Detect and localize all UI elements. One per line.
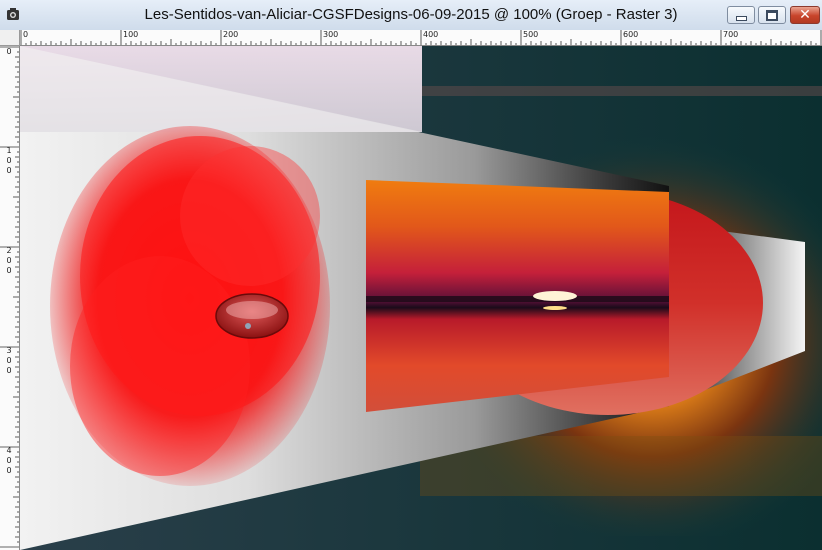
vruler-label-300-a: 3 [6, 346, 12, 355]
vruler-label-0: 0 [6, 47, 12, 56]
vruler-label-100-c: 0 [6, 166, 12, 175]
ruler-label-700: 700 [723, 30, 739, 39]
window-title: Les-Sentidos-van-Aliciar-CGSFDesigns-06-… [144, 6, 678, 23]
vruler-label-100-a: 1 [6, 146, 12, 155]
horizontal-ruler-ticks [20, 30, 822, 45]
vruler-label-200-b: 0 [6, 256, 12, 265]
vruler-label-200-a: 2 [6, 246, 12, 255]
minimize-button[interactable] [727, 6, 755, 24]
vruler-label-300-c: 0 [6, 366, 12, 375]
vruler-label-400-a: 4 [6, 446, 12, 455]
ruler-corner [0, 30, 20, 46]
artwork [20, 46, 822, 550]
ruler-label-500: 500 [523, 30, 539, 39]
ruler-label-600: 600 [623, 30, 639, 39]
vruler-label-400-b: 0 [6, 456, 12, 465]
ruler-label-200: 200 [223, 30, 239, 39]
maximize-icon [759, 7, 785, 23]
ruler-label-0: 0 [23, 30, 29, 39]
image-canvas[interactable] [20, 46, 822, 550]
maximize-button[interactable] [758, 6, 786, 24]
vruler-label-200-c: 0 [6, 266, 12, 275]
ruler-label-400: 400 [423, 30, 439, 39]
vruler-label-300-b: 0 [6, 356, 12, 365]
minimize-icon [728, 7, 754, 23]
vruler-label-400-c: 0 [6, 466, 12, 475]
ruler-label-100: 100 [123, 30, 139, 39]
title-bar[interactable]: Les-Sentidos-van-Aliciar-CGSFDesigns-06-… [0, 0, 822, 31]
vertical-ruler[interactable]: 0 1 0 0 2 0 0 3 0 0 4 0 0 [0, 46, 20, 550]
vruler-label-100-b: 0 [6, 156, 12, 165]
close-button[interactable]: ✕ [790, 6, 820, 24]
horizontal-ruler[interactable]: 0 100 200 300 400 500 600 700 [20, 30, 822, 46]
close-icon: ✕ [799, 7, 811, 23]
ruler-label-300: 300 [323, 30, 339, 39]
